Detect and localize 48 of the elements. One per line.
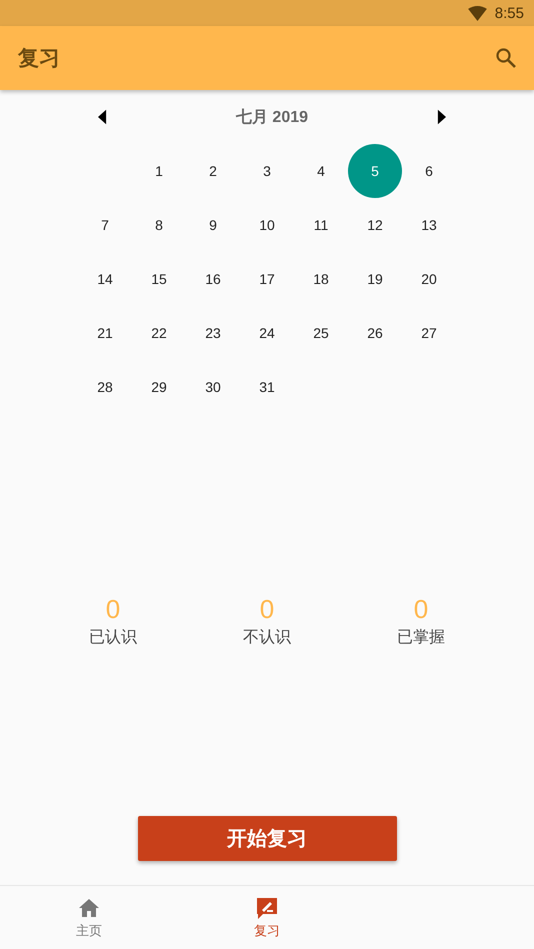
app-title: 复习 [18,45,60,72]
calendar-day[interactable]: 4 [294,144,348,198]
calendar-day[interactable]: 25 [294,306,348,360]
stat-count: 0 [414,594,428,625]
calendar-day[interactable]: 26 [348,306,402,360]
calendar-day[interactable]: 17 [240,252,294,306]
calendar-day[interactable]: 23 [186,306,240,360]
calendar-day[interactable]: 8 [132,198,186,252]
calendar-day[interactable]: 13 [402,198,456,252]
calendar-day[interactable]: 2 [186,144,240,198]
calendar-day[interactable]: 28 [78,360,132,414]
calendar-day[interactable]: 3 [240,144,294,198]
calendar-day[interactable]: 6 [402,144,456,198]
calendar-day[interactable]: 10 [240,198,294,252]
calendar-day[interactable]: 20 [402,252,456,306]
search-icon[interactable] [494,46,518,70]
stat-count: 0 [260,594,274,625]
calendar-day[interactable]: 30 [186,360,240,414]
calendar-day[interactable]: 24 [240,306,294,360]
stat-count: 0 [106,594,120,625]
calendar-day[interactable]: 19 [348,252,402,306]
next-month-button[interactable] [436,109,446,125]
calendar-day[interactable]: 31 [240,360,294,414]
calendar-day[interactable]: 29 [132,360,186,414]
start-review-button[interactable]: 开始复习 [138,816,396,861]
edit-note-icon [255,896,279,920]
month-label: 七月 2019 [236,108,308,128]
calendar-day[interactable]: 12 [348,198,402,252]
stat-label: 已认识 [89,627,137,648]
calendar-day[interactable]: 15 [132,252,186,306]
calendar-day[interactable]: 1 [132,144,186,198]
calendar-day[interactable]: 7 [78,198,132,252]
nav-tab[interactable]: 复习 [178,886,356,949]
calendar-day[interactable]: 22 [132,306,186,360]
calendar-day[interactable]: 16 [186,252,240,306]
calendar-day[interactable]: 27 [402,306,456,360]
calendar-day[interactable]: 21 [78,306,132,360]
status-time: 8:55 [494,4,524,22]
calendar-day[interactable]: 18 [294,252,348,306]
calendar-day[interactable]: 14 [78,252,132,306]
previous-month-button[interactable] [98,109,107,125]
calendar-day[interactable]: 5 [348,144,402,198]
stat-label: 不认识 [243,627,291,648]
calendar-day[interactable]: 11 [294,198,348,252]
calendar-day[interactable]: 9 [186,198,240,252]
stat-label: 已掌握 [397,627,445,648]
nav-tab[interactable]: 主页 [0,886,178,949]
wifi-icon [468,6,487,20]
